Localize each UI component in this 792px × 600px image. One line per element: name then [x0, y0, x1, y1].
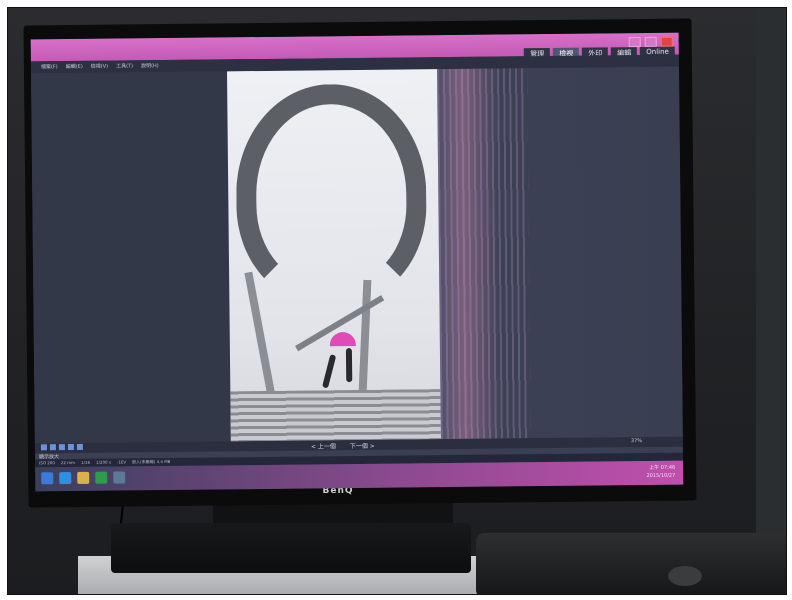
photo-person: [345, 348, 353, 383]
photo-umbrella: [329, 332, 356, 347]
acdsee-icon[interactable]: [113, 471, 126, 484]
photo-person: [322, 354, 337, 389]
taskbar-icons: [41, 471, 126, 485]
menu-help[interactable]: 說明(H): [141, 60, 159, 72]
menu-file[interactable]: 檔案(F): [41, 61, 58, 73]
menu-tools[interactable]: 工具(T): [116, 60, 133, 72]
info-shutter: 1/200 s: [95, 459, 111, 465]
screen-moire-artifact: [436, 68, 531, 440]
ie-icon[interactable]: [59, 472, 72, 485]
excel-icon[interactable]: [95, 471, 108, 484]
taskbar-clock[interactable]: 上午 07:46 2015/10/27: [646, 464, 675, 480]
photo-stairs: [230, 389, 441, 442]
soundbar-speaker: [476, 533, 786, 594]
start-icon[interactable]: [41, 472, 54, 485]
rotate-left-icon[interactable]: [40, 444, 47, 451]
clock-date: 2015/10/27: [646, 472, 676, 479]
photo-frame: BenQ 管理 檢視 外印 編輯 Online 檔案(F) 編輯(E) 檢視(V…: [7, 7, 787, 595]
info-aperture: 1/16: [80, 459, 91, 465]
info-iso: ISO 200: [39, 460, 55, 466]
explorer-icon[interactable]: [77, 471, 90, 484]
fit-icon[interactable]: [58, 444, 65, 451]
photo-arch-sculpture: [235, 83, 428, 306]
window-controls: [628, 36, 673, 48]
tv-screen: 管理 檢視 外印 編輯 Online 檔案(F) 編輯(E) 檢視(V) 工具(…: [30, 32, 684, 492]
close-button[interactable]: [660, 36, 673, 47]
menu-view[interactable]: 檢視(V): [91, 61, 108, 73]
image-viewer: [226, 66, 683, 442]
speaker-knob: [668, 566, 702, 586]
menu-edit[interactable]: 編輯(E): [66, 61, 83, 73]
minimize-button[interactable]: [628, 37, 641, 48]
left-panel: [31, 71, 231, 444]
tv-base: [111, 523, 471, 573]
maximize-button[interactable]: [644, 36, 657, 47]
prev-button[interactable]: < 上一個: [311, 441, 336, 450]
info-focal: 22 mm: [60, 459, 76, 466]
edit-icon[interactable]: [76, 443, 83, 450]
next-button[interactable]: 下一個 >: [350, 441, 375, 450]
displayed-photo: [226, 69, 441, 442]
rotate-right-icon[interactable]: [49, 444, 56, 451]
zoom-level[interactable]: 37%: [631, 438, 642, 444]
tool-icons: [40, 443, 83, 451]
info-ev: -1EV: [116, 459, 127, 465]
nav-buttons: < 上一個 下一個 >: [311, 441, 375, 451]
fullscreen-icon[interactable]: [67, 443, 74, 451]
wall-corner: [756, 8, 786, 594]
